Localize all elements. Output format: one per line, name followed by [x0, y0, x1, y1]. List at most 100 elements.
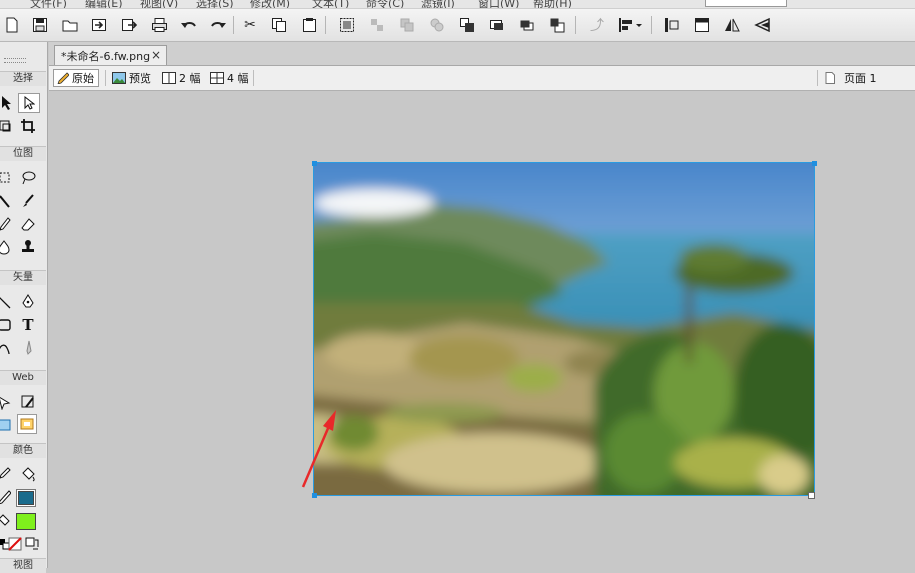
undo-icon[interactable]	[179, 15, 199, 35]
selection-handle-top-left[interactable]	[312, 161, 317, 166]
lasso-tool-icon[interactable]	[19, 169, 37, 187]
export-icon[interactable]	[119, 15, 139, 35]
four-up-button[interactable]: 4 幅	[207, 69, 252, 87]
ungroup-icon[interactable]	[367, 15, 387, 35]
four-up-label: 4 幅	[227, 72, 249, 85]
bring-forward-icon[interactable]	[487, 15, 507, 35]
align-icon[interactable]	[617, 15, 645, 35]
menu-item-modify[interactable]: 修改(M)	[250, 0, 290, 8]
panel-grip[interactable]	[4, 58, 26, 63]
close-icon[interactable]: ×	[151, 48, 161, 62]
no-color-icon[interactable]	[6, 535, 24, 553]
crop-tool-icon[interactable]	[19, 117, 37, 135]
view-mode-bar: 原始 预览 2 幅 4 幅 页面 1	[49, 66, 915, 91]
send-back-icon[interactable]	[547, 15, 567, 35]
search-field[interactable]	[705, 0, 787, 7]
section-vector-label: 矢量	[0, 270, 46, 285]
stroke-color-swatch[interactable]	[18, 491, 34, 505]
fill-color-swatch[interactable]	[16, 513, 36, 530]
swap-colors-icon[interactable]	[23, 535, 41, 553]
hide-slices-icon[interactable]	[0, 416, 13, 434]
document-tab-title: *未命名-6.fw.png	[61, 49, 151, 63]
viewbar-separator	[253, 70, 254, 86]
flip-h-icon[interactable]	[662, 15, 682, 35]
viewbar-separator	[817, 70, 818, 86]
document-tab-bar: *未命名-6.fw.png ×	[49, 42, 915, 66]
slice-tool-icon[interactable]	[19, 393, 37, 411]
page-selector[interactable]: 页面 1	[822, 69, 880, 87]
document-tab[interactable]: *未命名-6.fw.png ×	[54, 45, 167, 65]
menu-item-filters[interactable]: 滤镜(I)	[421, 0, 455, 8]
tools-panel: 选择 位图 矢量 T Web 颜色 视图	[0, 42, 48, 573]
copy-icon[interactable]	[269, 15, 289, 35]
split-icon[interactable]	[427, 15, 447, 35]
join-icon[interactable]	[397, 15, 417, 35]
section-select-label: 选择	[0, 71, 46, 86]
menu-item-file[interactable]: 文件(F)	[30, 0, 67, 8]
page-icon	[825, 72, 835, 84]
fit-icon[interactable]	[692, 15, 712, 35]
menu-item-window[interactable]: 窗口(W)	[478, 0, 519, 8]
bring-front-icon[interactable]	[457, 15, 477, 35]
magic-wand-icon[interactable]	[0, 192, 13, 210]
pencil-tool-icon[interactable]	[0, 215, 13, 233]
pen-tool-icon[interactable]	[19, 293, 37, 311]
pointer-tool-icon[interactable]	[0, 94, 13, 112]
toolbar-separator	[325, 16, 326, 34]
import-icon[interactable]	[89, 15, 109, 35]
preview-button[interactable]: 预览	[109, 69, 154, 87]
two-up-button[interactable]: 2 幅	[159, 69, 204, 87]
group-icon[interactable]	[337, 15, 357, 35]
line-tool-icon[interactable]	[0, 293, 13, 311]
stroke-color-pencil-icon[interactable]	[0, 488, 13, 506]
menu-item-text[interactable]: 文本(T)	[312, 0, 349, 8]
paint-bucket-icon[interactable]	[19, 465, 37, 483]
marquee-tool-icon[interactable]	[0, 169, 13, 187]
knife-tool-icon[interactable]	[19, 339, 37, 357]
selection-handle-top-right[interactable]	[812, 161, 817, 166]
section-colors-label: 颜色	[0, 443, 46, 458]
viewbar-separator	[105, 70, 106, 86]
menu-item-help[interactable]: 帮助(H)	[533, 0, 572, 8]
selection-handle-bottom-left[interactable]	[312, 493, 317, 498]
cut-icon[interactable]: ✂	[240, 15, 260, 35]
eyedropper-tool-icon[interactable]	[0, 465, 13, 483]
canvas-image[interactable]	[313, 162, 815, 496]
print-icon[interactable]	[149, 15, 169, 35]
canvas-area[interactable]	[49, 91, 915, 568]
selection-handle-bottom-right[interactable]	[808, 492, 815, 499]
section-web-label: Web	[0, 370, 46, 385]
rotate-icon[interactable]: ⤴	[587, 15, 607, 35]
menu-item-edit[interactable]: 编辑(E)	[85, 0, 123, 8]
hotspot-tool-icon[interactable]	[0, 393, 13, 411]
rectangle-tool-icon[interactable]	[0, 316, 13, 334]
text-tool-icon[interactable]: T	[19, 316, 37, 334]
freeform-tool-icon[interactable]	[0, 339, 13, 357]
menu-item-commands[interactable]: 命令(C)	[366, 0, 404, 8]
preview-label: 预览	[129, 72, 151, 85]
skew-icon[interactable]	[752, 15, 772, 35]
send-backward-icon[interactable]	[517, 15, 537, 35]
blur-tool-icon[interactable]	[0, 238, 13, 256]
toolbar-separator	[651, 16, 652, 34]
brush-tool-icon[interactable]	[19, 192, 37, 210]
paste-icon[interactable]	[299, 15, 319, 35]
fill-bucket-small-icon[interactable]	[0, 511, 13, 529]
new-file-icon[interactable]	[2, 15, 22, 35]
menu-item-select[interactable]: 选择(S)	[196, 0, 234, 8]
four-up-icon	[210, 72, 224, 84]
original-view-button[interactable]: 原始	[53, 69, 99, 87]
two-up-icon	[162, 72, 176, 84]
rubber-stamp-icon[interactable]	[19, 238, 37, 256]
flip-icon[interactable]	[722, 15, 742, 35]
open-icon[interactable]	[60, 15, 80, 35]
save-icon[interactable]	[30, 15, 50, 35]
main-toolbar: ✂ ⤴	[0, 9, 915, 42]
show-slices-icon[interactable]	[17, 414, 37, 434]
redo-icon[interactable]	[208, 15, 228, 35]
scale-tool-icon[interactable]	[0, 117, 13, 135]
original-view-label: 原始	[72, 72, 94, 85]
menu-item-view[interactable]: 视图(V)	[140, 0, 178, 8]
subselect-tool-icon[interactable]	[18, 93, 40, 113]
eraser-tool-icon[interactable]	[19, 215, 37, 233]
